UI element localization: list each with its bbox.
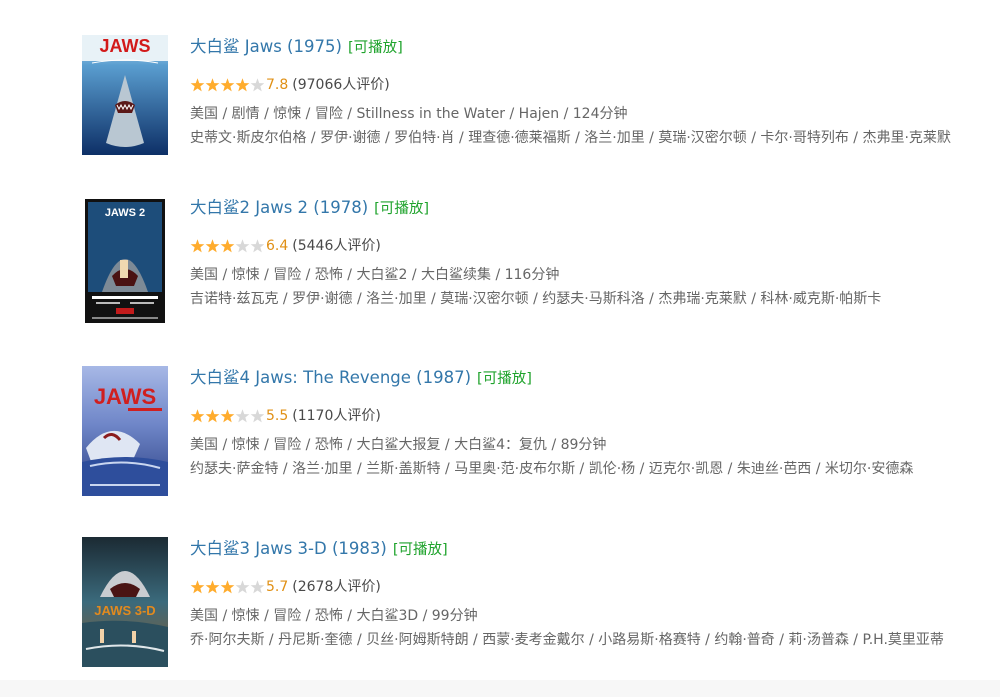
- poster-image: JAWS: [82, 366, 168, 496]
- title-line: 大白鲨 Jaws (1975) [可播放]: [190, 35, 403, 59]
- list-item: JAWS 3-D 大白鲨3 Jaws 3-D (1983) [可播放] 5.7 (2…: [0, 537, 1000, 672]
- star-icon: [235, 78, 250, 92]
- movie-title-link[interactable]: 大白鲨 Jaws (1975): [190, 37, 342, 56]
- title-line: 大白鲨2 Jaws 2 (1978) [可播放]: [190, 196, 429, 220]
- star-icon: [220, 78, 235, 92]
- rating-score: 6.4: [266, 238, 289, 254]
- movie-poster[interactable]: JAWS: [82, 35, 168, 155]
- star-icon: [205, 239, 220, 253]
- list-item: JAWS 2 大白鲨2 Jaws 2 (1978) [可播放] 6.4 (5446人…: [0, 196, 1000, 331]
- title-line: 大白鲨4 Jaws: The Revenge (1987) [可播放]: [190, 366, 532, 390]
- star-icon: [190, 409, 205, 423]
- poster-image: JAWS 2: [82, 196, 168, 326]
- playable-badge[interactable]: [可播放]: [393, 542, 448, 558]
- rating-score: 5.7: [266, 579, 289, 595]
- star-icon: [250, 409, 264, 423]
- rating-score: 7.8: [266, 77, 289, 93]
- rating-line: 5.5 (1170人评价): [190, 406, 381, 426]
- rating-votes: (2678人评价): [292, 579, 381, 595]
- star-rating: [190, 236, 264, 256]
- movie-cast: 乔·阿尔夫斯 / 丹尼斯·奎德 / 贝丝·阿姆斯特朗 / 西蒙·麦考金戴尔 / …: [190, 632, 944, 648]
- poster-title: JAWS: [94, 384, 156, 409]
- playable-badge[interactable]: [可播放]: [477, 371, 532, 387]
- star-icon: [190, 239, 205, 253]
- rating-line: 6.4 (5446人评价): [190, 236, 381, 256]
- star-rating: [190, 406, 264, 426]
- movie-meta: 美国 / 惊悚 / 冒险 / 恐怖 / 大白鲨2 / 大白鲨续集 / 116分钟: [190, 267, 560, 283]
- star-icon: [250, 239, 264, 253]
- bottom-band: [0, 680, 1000, 697]
- star-icon: [235, 239, 250, 253]
- rating-line: 7.8 (97066人评价): [190, 75, 390, 95]
- stars-svg: [190, 78, 264, 92]
- movie-title-link[interactable]: 大白鲨3 Jaws 3-D (1983): [190, 539, 387, 558]
- star-icon: [205, 580, 220, 594]
- movie-cast: 约瑟夫·萨金特 / 洛兰·加里 / 兰斯·盖斯特 / 马里奥·范·皮布尔斯 / …: [190, 461, 914, 477]
- movie-poster[interactable]: JAWS: [82, 366, 168, 496]
- list-item: JAWS 大白鲨 Jaws (1975) [可播放] 7.8 (97066人评价) …: [0, 35, 1000, 170]
- movie-cast: 吉诺特·兹瓦克 / 罗伊·谢德 / 洛兰·加里 / 莫瑞·汉密尔顿 / 约瑟夫·…: [190, 291, 882, 307]
- star-icon: [205, 78, 220, 92]
- movie-title-link[interactable]: 大白鲨2 Jaws 2 (1978): [190, 198, 368, 217]
- star-icon: [220, 409, 235, 423]
- playable-badge[interactable]: [可播放]: [348, 40, 403, 56]
- star-icon: [190, 580, 205, 594]
- poster-title: JAWS 3-D: [94, 603, 155, 618]
- poster-title: JAWS: [99, 36, 150, 56]
- list-item: JAWS 大白鲨4 Jaws: The Revenge (1987) [可播放] …: [0, 366, 1000, 501]
- star-icon: [190, 78, 205, 92]
- playable-badge[interactable]: [可播放]: [374, 201, 429, 217]
- movie-cast: 史蒂文·斯皮尔伯格 / 罗伊·谢德 / 罗伯特·肖 / 理查德·德莱福斯 / 洛…: [190, 130, 951, 146]
- rating-score: 5.5: [266, 408, 289, 424]
- star-icon: [235, 409, 250, 423]
- star-icon: [250, 78, 264, 92]
- movie-meta: 美国 / 惊悚 / 冒险 / 恐怖 / 大白鲨3D / 99分钟: [190, 608, 478, 624]
- star-icon: [250, 580, 264, 594]
- rating-votes: (5446人评价): [292, 238, 381, 254]
- search-results-page: JAWS 大白鲨 Jaws (1975) [可播放] 7.8 (97066人评价) …: [0, 0, 1000, 697]
- poster-title: JAWS 2: [105, 207, 145, 219]
- stars-svg: [190, 409, 264, 423]
- rating-line: 5.7 (2678人评价): [190, 577, 381, 597]
- star-icon: [235, 580, 250, 594]
- star-rating: [190, 75, 264, 95]
- stars-svg: [190, 239, 264, 253]
- poster-image: JAWS 3-D: [82, 537, 168, 667]
- rating-votes: (1170人评价): [292, 408, 381, 424]
- star-icon: [220, 239, 235, 253]
- title-line: 大白鲨3 Jaws 3-D (1983) [可播放]: [190, 537, 448, 561]
- movie-poster[interactable]: JAWS 2: [82, 196, 168, 326]
- star-icon: [220, 580, 235, 594]
- movie-meta: 美国 / 剧情 / 惊悚 / 冒险 / Stillness in the Wat…: [190, 106, 628, 122]
- rating-votes: (97066人评价): [292, 77, 390, 93]
- movie-meta: 美国 / 惊悚 / 冒险 / 恐怖 / 大白鲨大报复 / 大白鲨4：复仇 / 8…: [190, 437, 607, 453]
- movie-poster[interactable]: JAWS 3-D: [82, 537, 168, 667]
- stars-svg: [190, 580, 264, 594]
- poster-image: JAWS: [82, 35, 168, 155]
- star-icon: [205, 409, 220, 423]
- movie-title-link[interactable]: 大白鲨4 Jaws: The Revenge (1987): [190, 368, 471, 387]
- star-rating: [190, 577, 264, 597]
